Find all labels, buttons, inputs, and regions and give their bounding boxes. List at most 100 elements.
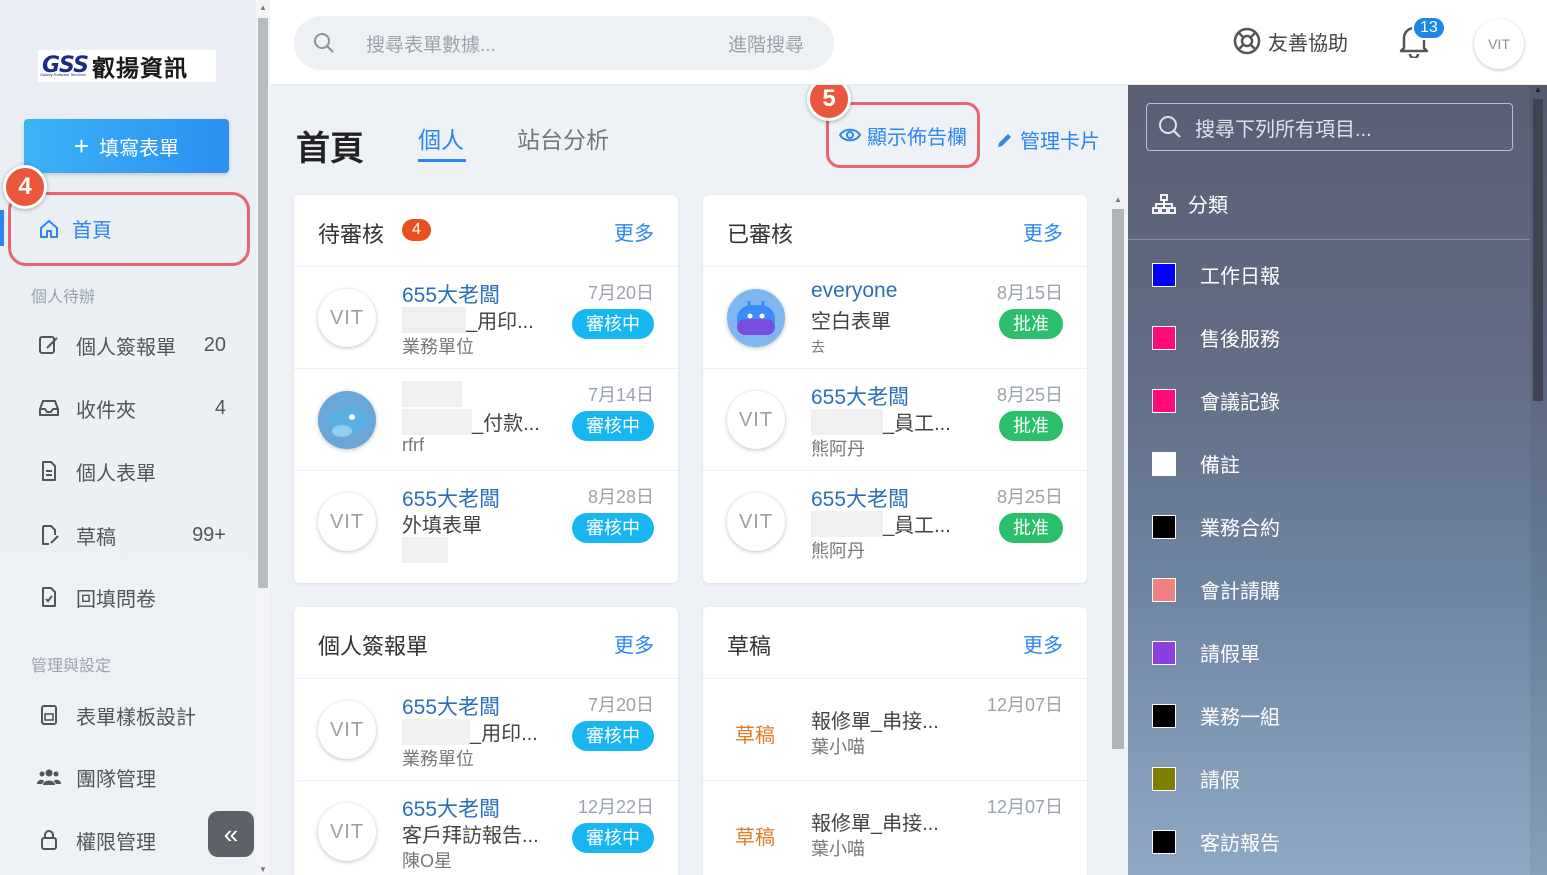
panel-search-input[interactable]: 搜尋下列所有項目... (1195, 113, 1372, 142)
list-item[interactable]: _付款... rfrf 7月14日 審核中 (294, 369, 678, 471)
color-swatch (1152, 640, 1176, 665)
user-avatar[interactable]: VIT (1474, 19, 1524, 69)
list-item[interactable]: 草稿 報修單_串接... 葉小喵 12月07日 (703, 679, 1087, 781)
category-item[interactable]: 業務合約 (1152, 512, 1280, 541)
manage-cards-label: 管理卡片 (1020, 131, 1100, 153)
advanced-search-link[interactable]: 進階搜尋 (728, 30, 804, 57)
edit-doc-icon (36, 334, 62, 356)
more-link[interactable]: 更多 (614, 217, 654, 246)
list-item[interactable]: VIT 655大老闆 客戶拜訪報告... 陳O星 12月22日 審核中 (294, 781, 678, 875)
list-item[interactable]: VIT 655大老闆 _員工... 熊阿丹 8月25日 批准 (703, 471, 1087, 573)
manage-cards-button[interactable]: 管理卡片 (996, 125, 1100, 154)
notification-button[interactable]: 13 (1398, 16, 1446, 63)
category-header[interactable]: 分類 (1152, 189, 1228, 218)
list-item[interactable]: 草稿 報修單_串接... 葉小喵 12月07日 (703, 781, 1087, 875)
status-badge: 批准 (999, 513, 1063, 543)
category-item[interactable]: 請假 (1152, 764, 1240, 793)
department: 陳O星 (402, 851, 453, 871)
category-item[interactable]: 會計請購 (1152, 575, 1280, 604)
fill-form-button[interactable]: + 填寫表單 (24, 119, 229, 173)
scroll-down-arrow-icon[interactable]: ▼ (259, 865, 267, 874)
scrollbar-thumb[interactable] (1112, 209, 1124, 749)
category-item[interactable]: 客訪報告 (1152, 827, 1280, 856)
search-input[interactable]: 搜尋表單數據... (366, 30, 496, 57)
category-item[interactable]: 售後服務 (1152, 323, 1280, 352)
form-name: 報修單_串接... (811, 813, 939, 835)
help-button[interactable]: 友善協助 (1232, 26, 1348, 56)
form-name: _員工... (811, 509, 951, 538)
tab-personal[interactable]: 個人 (418, 121, 466, 162)
scrollbar-thumb[interactable] (258, 18, 268, 588)
show-board-label: 顯示佈告欄 (867, 126, 967, 149)
sidebar-item-personal-sign[interactable]: 個人簽報單 20 (36, 330, 226, 360)
category-item[interactable]: 工作日報 (1152, 260, 1280, 289)
form-name: _付款... (402, 407, 540, 436)
template-icon (36, 704, 62, 726)
category-item[interactable]: 業務一組 (1152, 701, 1280, 730)
scroll-up-arrow-icon[interactable]: ▲ (1534, 85, 1542, 94)
more-link[interactable]: 更多 (614, 629, 654, 658)
status-badge: 審核中 (572, 721, 654, 751)
search-icon (1159, 116, 1181, 138)
sitemap-icon (1152, 193, 1176, 214)
sidebar-item-template-design[interactable]: 表單樣板設計 (36, 700, 226, 730)
tab-site-analysis[interactable]: 站台分析 (517, 121, 609, 155)
form-name: _員工... (811, 407, 951, 436)
department: rfrf (402, 435, 424, 455)
main-scrollbar[interactable]: ▲ (1112, 195, 1126, 875)
more-link[interactable]: 更多 (1023, 217, 1063, 246)
scroll-up-arrow-icon[interactable]: ▲ (259, 3, 267, 12)
sidebar-item-permissions[interactable]: 權限管理 (36, 825, 226, 855)
bulletin-side-panel: 搜尋下列所有項目... 分類 工作日報售後服務會議記錄備註業務合約會計請購請假單… (1128, 85, 1547, 875)
category-item-label: 會計請購 (1200, 581, 1280, 603)
category-item[interactable]: 會議記錄 (1152, 386, 1280, 415)
category-item-label: 客訪報告 (1200, 833, 1280, 855)
card-drafts: 草稿 更多 草稿 報修單_串接... 葉小喵 12月07日 草稿 報修單_串接.… (703, 607, 1087, 875)
sidebar-item-inbox[interactable]: 收件夾 4 (36, 393, 226, 423)
show-bulletin-board-button[interactable]: 顯示佈告欄 (826, 102, 980, 168)
form-name: 報修單_串接... (811, 711, 939, 733)
scrollbar-thumb[interactable] (1533, 99, 1543, 401)
double-chevron-left-icon: « (223, 818, 239, 849)
list-item[interactable]: VIT 655大老闆 _用印... 業務單位 7月20日 審核中 (294, 679, 678, 781)
panel-search-box[interactable]: 搜尋下列所有項目... (1146, 103, 1513, 151)
avatar (727, 289, 785, 347)
panel-scrollbar[interactable]: ▲ (1530, 85, 1547, 875)
company-logo[interactable]: GSS Galaxy Software Services 叡揚資訊 (38, 50, 216, 82)
eye-icon (839, 128, 861, 142)
list-item[interactable]: VIT 655大老闆 _員工... 熊阿丹 8月25日 批准 (703, 369, 1087, 471)
department: 熊阿丹 (811, 541, 865, 561)
check-doc-icon (36, 586, 62, 608)
sidebar-item-home[interactable]: 首頁 (0, 192, 250, 266)
collapse-sidebar-button[interactable]: « (208, 811, 254, 857)
form-search-box[interactable]: 搜尋表單數據... 進階搜尋 (294, 16, 834, 70)
pencil-icon (998, 133, 1011, 147)
document-icon (36, 460, 62, 482)
sidebar-item-count: 20 (203, 333, 226, 356)
more-link[interactable]: 更多 (1023, 629, 1063, 658)
sidebar-scrollbar[interactable]: ▲ ▼ (256, 0, 270, 875)
redacted-block (402, 306, 466, 333)
category-item-label: 請假 (1200, 770, 1240, 792)
list-item[interactable]: VIT 655大老闆 _用印... 業務單位 7月20日 審核中 (294, 267, 678, 369)
card-title: 個人簽報單 (318, 634, 429, 659)
sidebar-item-survey[interactable]: 回填問卷 (36, 582, 226, 612)
scroll-up-arrow-icon[interactable]: ▲ (1114, 195, 1122, 204)
color-swatch (1152, 262, 1176, 287)
search-icon (314, 33, 334, 53)
status-badge: 批准 (999, 309, 1063, 339)
list-item[interactable]: VIT 655大老闆 外填表單 8月28日 審核中 (294, 471, 678, 573)
sidebar-item-drafts[interactable]: 草稿 99+ (36, 520, 226, 550)
sidebar-item-team[interactable]: 團隊管理 (36, 762, 226, 792)
category-item[interactable]: 請假單 (1152, 638, 1260, 667)
color-swatch (1152, 451, 1176, 476)
sidebar-item-personal-forms[interactable]: 個人表單 (36, 456, 226, 486)
lock-icon (36, 829, 62, 851)
section-admin: 管理與設定 (31, 658, 112, 675)
list-item[interactable]: everyone 空白表單 去 8月15日 批准 (703, 267, 1087, 369)
avatar: VIT (727, 391, 785, 449)
date: 7月14日 (587, 385, 654, 405)
tab-label: 站台分析 (517, 127, 609, 153)
category-item[interactable]: 備註 (1152, 449, 1240, 478)
status-badge: 審核中 (572, 309, 654, 339)
